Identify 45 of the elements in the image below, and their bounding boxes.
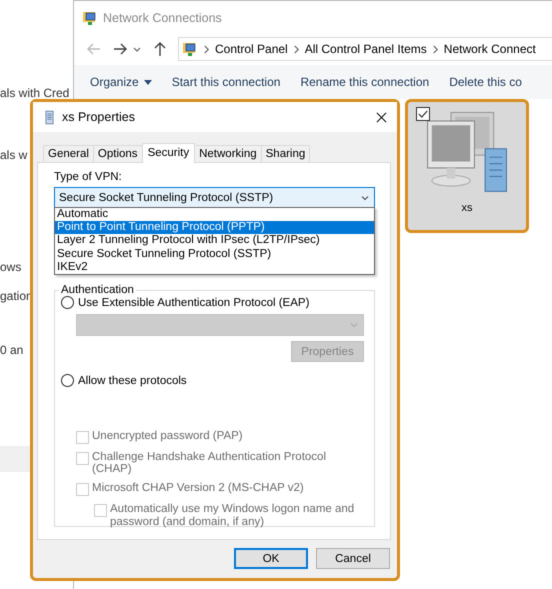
connection-tile[interactable]: xs [405, 99, 529, 233]
up-arrow-icon[interactable] [152, 41, 168, 57]
tab[interactable]: General [43, 145, 94, 162]
dropdown-option[interactable]: Automatic [55, 208, 374, 222]
checkbox[interactable] [416, 107, 430, 121]
page-text-fragment: als w [0, 148, 28, 162]
toolbar-button[interactable]: Organize [90, 75, 152, 89]
window-title: Network Connections [103, 11, 222, 25]
tab[interactable]: Sharing [260, 145, 310, 162]
caret-icon [144, 80, 152, 84]
breadcrumb-item[interactable]: Network Connect [444, 42, 536, 56]
vpn-type-dropdown[interactable]: Secure Socket Tunneling Protocol (SSTP) [54, 187, 375, 208]
dialog-button[interactable]: OK [234, 548, 308, 569]
toolbar-button[interactable]: Delete this co [449, 75, 522, 89]
chevron-right-icon [203, 44, 210, 54]
tab[interactable]: Networking [194, 145, 262, 162]
vpn-type-label: Type of VPN: [54, 171, 123, 183]
allow-protocols-radio[interactable]: Allow these protocols [61, 374, 364, 387]
address-bar[interactable]: Control Panel All Control Panel Items Network Connect [178, 37, 552, 61]
network-folder-icon [182, 41, 198, 57]
breadcrumb-item[interactable]: All Control Panel Items [304, 42, 427, 56]
chevron-right-icon [292, 44, 300, 54]
dropdown-option[interactable]: Secure Socket Tunneling Protocol (SSTP) [55, 248, 374, 261]
page-text-fragment: ows [0, 260, 22, 274]
page-text-fragment: als with Cred [0, 86, 70, 100]
dialog-title: xs Properties [62, 110, 136, 124]
tab[interactable]: Options [92, 145, 143, 162]
group-title: Authentication [60, 284, 135, 296]
dropdown-option[interactable]: IKEv2 [55, 260, 374, 274]
dropdown-option[interactable]: Layer 2 Tunneling Protocol with IPsec (L2TP/IPsec) [55, 234, 374, 248]
page-text-fragment: 0 an [0, 343, 24, 357]
chevron-right-icon [432, 44, 439, 54]
connection-name: xs [462, 202, 472, 214]
dropdown-option[interactable]: Point to Point Tunneling Protocol (PPTP) [55, 221, 374, 234]
toolbar-button[interactable]: Start this connection [172, 75, 280, 89]
breadcrumb-item[interactable]: Control Panel [215, 42, 288, 56]
server-icon [45, 110, 54, 124]
tab[interactable]: Security [142, 143, 196, 163]
forward-arrow-icon[interactable] [112, 41, 128, 57]
eap-radio[interactable]: Use Extensible Authentication Protocol (EAP) [61, 296, 364, 309]
dialog-button[interactable]: Cancel [316, 548, 390, 569]
toolbar-button[interactable]: Rename this connection [300, 75, 430, 89]
network-folder-icon [82, 10, 98, 26]
close-icon[interactable] [376, 112, 387, 122]
chevron-down-icon [349, 320, 359, 330]
